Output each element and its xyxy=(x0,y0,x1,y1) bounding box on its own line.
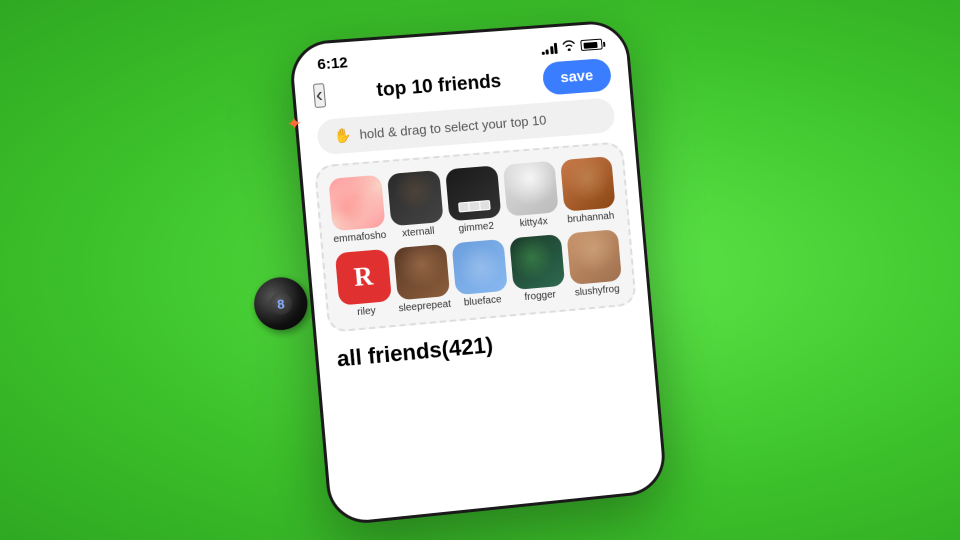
hand-icon: ✋ xyxy=(333,127,352,145)
battery-icon xyxy=(580,39,602,51)
friend-name: emmafosho xyxy=(333,230,387,246)
friend-name: frogger xyxy=(524,289,556,303)
avatar xyxy=(509,234,565,290)
friend-name: sleeprepeat xyxy=(398,299,451,315)
list-item[interactable]: slushyfrog xyxy=(566,229,625,299)
list-item[interactable]: sleeprepeat xyxy=(392,244,452,315)
list-item[interactable]: blueface xyxy=(451,239,510,309)
riley-r-letter: R xyxy=(353,261,375,293)
list-item[interactable]: R riley xyxy=(334,249,394,320)
friend-name: riley xyxy=(357,305,376,318)
friend-name: slushyfrog xyxy=(574,284,620,299)
magic-ball-number: 8 xyxy=(276,296,285,312)
top10-section: emmafosho xternall xyxy=(314,141,637,333)
avatar xyxy=(393,244,450,301)
list-item[interactable]: xternall xyxy=(386,170,446,240)
avatar xyxy=(503,161,559,217)
instruction-text: hold & drag to select your top 10 xyxy=(359,112,547,142)
signal-icon xyxy=(540,41,557,54)
friend-name: kitty4x xyxy=(519,216,548,229)
notification-star: ✦ xyxy=(286,113,303,135)
magic-ball-inner: 8 xyxy=(269,292,293,316)
phone-frame: 6:12 xyxy=(288,19,668,527)
list-item[interactable]: kitty4x xyxy=(502,161,561,231)
list-item[interactable]: frogger xyxy=(508,234,567,304)
friends-grid: emmafosho xternall xyxy=(327,156,624,320)
all-friends-title: all friends(421) xyxy=(336,332,494,371)
avatar: R xyxy=(335,249,392,306)
friend-name: xternall xyxy=(402,226,435,240)
avatar xyxy=(566,229,621,285)
avatar xyxy=(387,170,444,226)
list-item[interactable]: bruhannah xyxy=(559,156,618,226)
wifi-icon xyxy=(561,39,576,54)
avatar xyxy=(560,156,615,212)
friend-name: gimme2 xyxy=(458,221,494,235)
save-button[interactable]: save xyxy=(541,57,612,95)
list-item[interactable]: emmafosho xyxy=(327,175,387,246)
status-time: 6:12 xyxy=(317,54,349,73)
avatar xyxy=(452,239,508,295)
list-item[interactable]: gimme2 xyxy=(444,165,503,235)
phone-wrapper: 8 ✦ 6:12 xyxy=(288,19,668,527)
friend-name: blueface xyxy=(463,294,502,308)
avatar xyxy=(328,175,385,232)
avatar xyxy=(445,165,501,221)
status-icons xyxy=(540,37,603,55)
friend-name: bruhannah xyxy=(567,211,615,226)
